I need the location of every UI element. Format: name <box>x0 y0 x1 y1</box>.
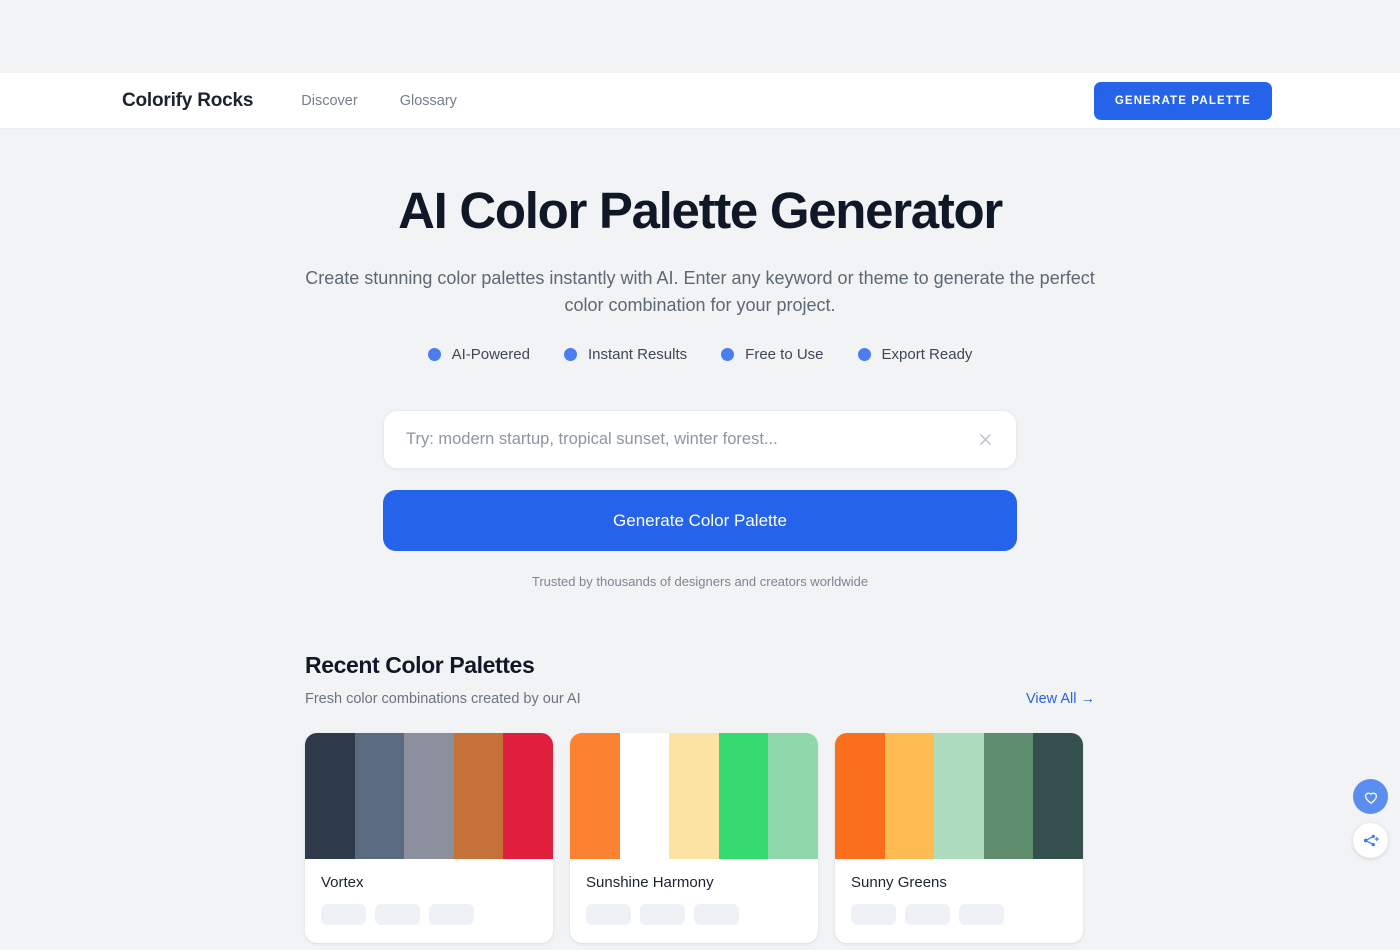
hero-subtitle: Create stunning color palettes instantly… <box>305 268 1095 315</box>
bullet-dot-icon <box>563 348 577 362</box>
view-all-link[interactable]: View All → <box>1026 691 1095 707</box>
palette-chip[interactable] <box>959 904 1004 926</box>
palette-chip[interactable] <box>694 904 739 926</box>
feature-badge-label: Instant Results <box>587 346 688 364</box>
palette-swatch-strip <box>835 733 1083 860</box>
page-top-gutter <box>0 0 1400 73</box>
palette-name: Sunshine Harmony <box>586 874 714 892</box>
palette-chip[interactable] <box>905 904 950 926</box>
share-plus-icon <box>1363 834 1380 847</box>
main-nav: Discover Glossary <box>301 93 457 109</box>
palette-card[interactable]: Sunny Greens <box>835 733 1083 944</box>
feature-badge-label: AI-Powered <box>451 346 530 364</box>
palette-chip[interactable] <box>640 904 685 926</box>
page-title: AI Color Palette Generator <box>398 182 1003 239</box>
palette-chip-row <box>851 904 1067 943</box>
recent-palettes-title: Recent Color Palettes <box>305 652 535 679</box>
recent-palettes-subheader: Fresh color combinations created by our … <box>305 691 1095 707</box>
palette-swatch[interactable] <box>768 733 818 860</box>
heart-icon <box>1364 792 1377 804</box>
brand-logo[interactable]: Colorify Rocks <box>122 90 253 112</box>
palette-card-body: Vortex <box>305 859 553 943</box>
palette-chip-row <box>586 904 802 943</box>
feature-badge-export-ready: Export Ready <box>857 346 973 364</box>
bullet-dot-icon <box>427 348 441 362</box>
recent-palettes-section: Recent Color Palettes Fresh color combin… <box>305 652 1095 944</box>
palette-swatch[interactable] <box>718 733 769 860</box>
floating-action-stack <box>1353 779 1388 858</box>
palette-name: Sunny Greens <box>851 874 947 892</box>
share-button[interactable] <box>1353 823 1388 858</box>
feature-badges: AI-Powered Instant Results Free to Use E… <box>0 346 1400 363</box>
feature-badge-instant-results: Instant Results <box>563 346 688 364</box>
palette-chip[interactable] <box>586 904 631 926</box>
palette-swatch[interactable] <box>354 733 405 860</box>
like-button[interactable] <box>1353 779 1388 814</box>
nav-item-discover[interactable]: Discover <box>301 93 357 109</box>
palette-swatch[interactable] <box>1033 733 1083 860</box>
feature-badge-label: Export Ready <box>881 346 973 364</box>
palette-name: Vortex <box>321 874 364 892</box>
palette-swatch[interactable] <box>669 733 719 860</box>
palette-chip-row <box>321 904 537 943</box>
palette-swatch-strip <box>305 733 553 860</box>
bullet-dot-icon <box>857 348 871 362</box>
palette-swatch[interactable] <box>983 733 1034 860</box>
palette-chip[interactable] <box>375 904 420 926</box>
palette-chip[interactable] <box>429 904 474 926</box>
generate-color-palette-button[interactable]: Generate Color Palette <box>383 490 1017 552</box>
palette-swatch[interactable] <box>503 733 553 860</box>
close-icon[interactable] <box>974 429 996 451</box>
hero-section: AI Color Palette Generator Create stunni… <box>0 129 1400 589</box>
bullet-dot-icon <box>721 348 735 362</box>
palette-swatch[interactable] <box>620 733 670 859</box>
palette-chip[interactable] <box>321 904 366 926</box>
trusted-caption: Trusted by thousands of designers and cr… <box>531 574 869 590</box>
feature-badge-free-to-use: Free to Use <box>721 346 824 364</box>
palette-swatch[interactable] <box>934 733 984 860</box>
site-header: Colorify Rocks Discover Glossary GENERAT… <box>0 73 1400 129</box>
palette-card-list: Vortex Sunshine Harmony Sunny Greens <box>305 733 1095 944</box>
palette-search-bar[interactable] <box>383 410 1017 470</box>
palette-swatch[interactable] <box>835 733 885 860</box>
feature-badge-ai-powered: AI-Powered <box>427 346 530 364</box>
recent-palettes-subtitle: Fresh color combinations created by our … <box>305 691 581 708</box>
palette-swatch[interactable] <box>453 733 504 860</box>
palette-card[interactable]: Sunshine Harmony <box>570 733 818 944</box>
feature-badge-label: Free to Use <box>745 346 824 364</box>
palette-card-body: Sunny Greens <box>835 859 1083 943</box>
palette-chip[interactable] <box>851 904 896 926</box>
palette-card-body: Sunshine Harmony <box>570 859 818 943</box>
nav-item-glossary[interactable]: Glossary <box>400 93 457 109</box>
palette-card[interactable]: Vortex <box>305 733 553 944</box>
palette-swatch[interactable] <box>570 733 620 860</box>
palette-swatch-strip <box>570 733 818 860</box>
palette-swatch[interactable] <box>884 733 935 860</box>
search-input[interactable] <box>406 430 974 450</box>
palette-swatch[interactable] <box>404 733 454 860</box>
palette-swatch[interactable] <box>305 733 355 860</box>
generate-palette-header-button[interactable]: GENERATE PALETTE <box>1093 81 1272 120</box>
